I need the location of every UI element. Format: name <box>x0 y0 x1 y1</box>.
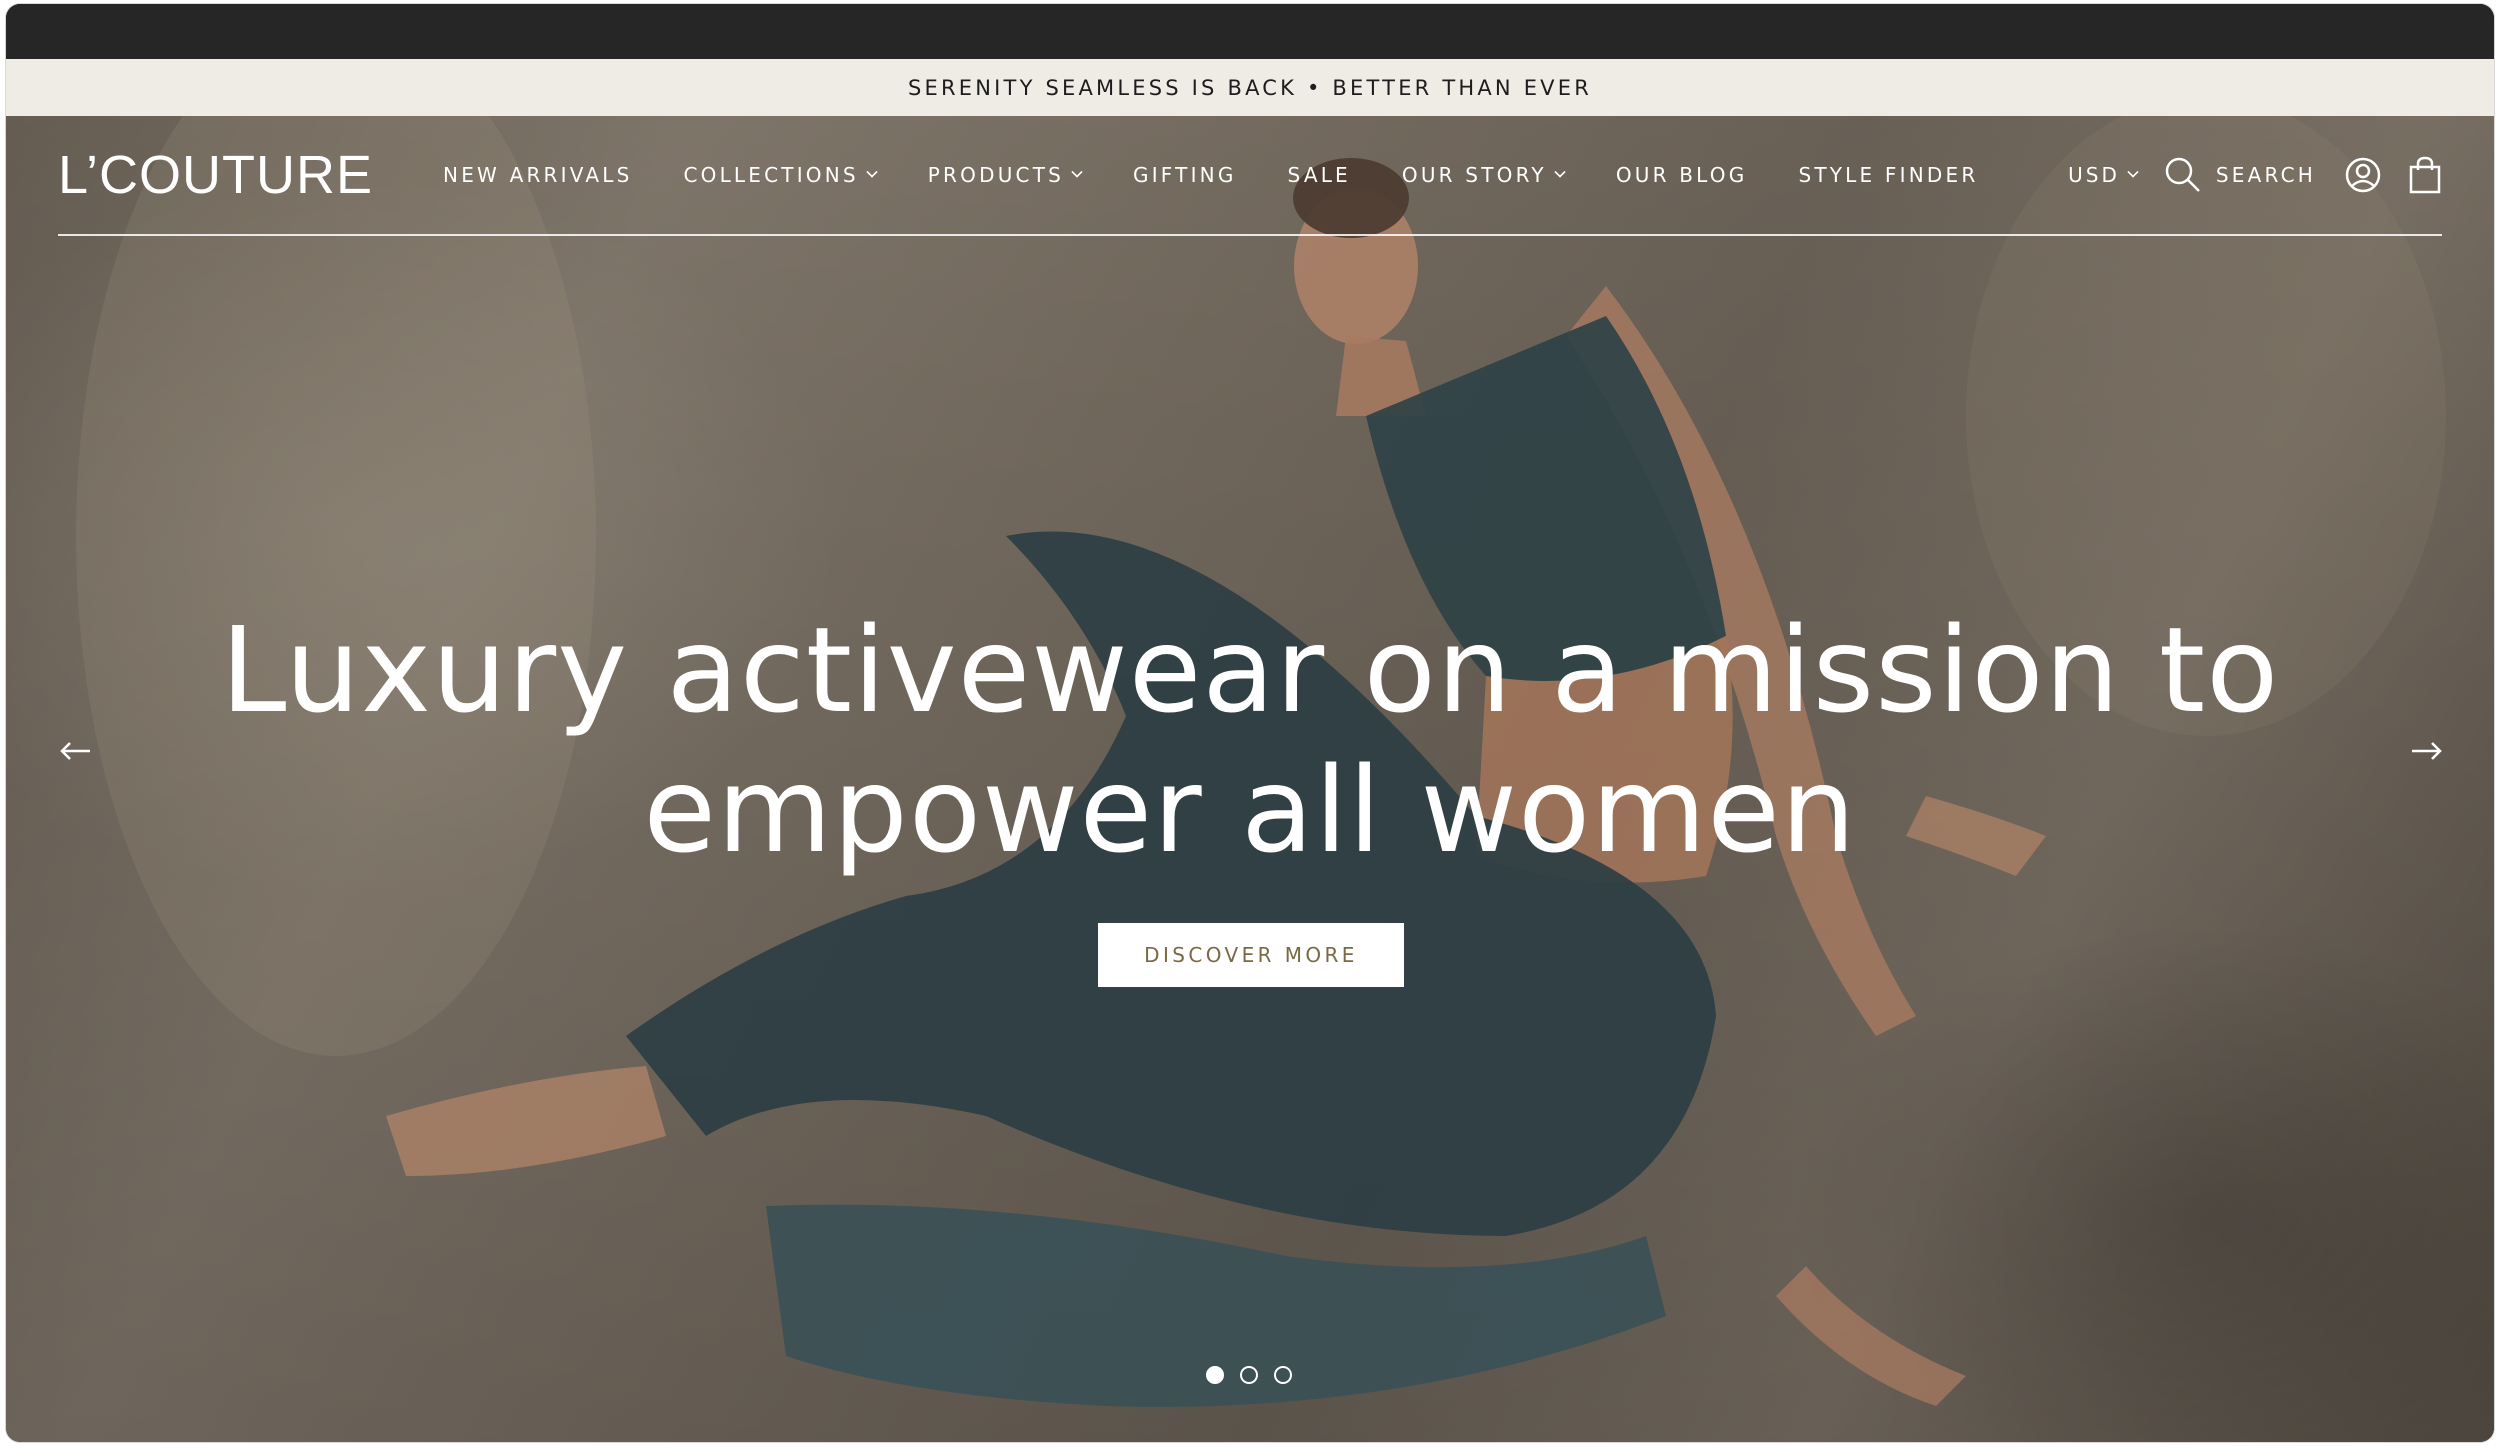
chevron-down-icon <box>866 166 878 178</box>
hero-headline-line-2: empower all women <box>643 741 1857 879</box>
main-navigation: L’COUTURE NEW ARRIVALS COLLECTIONS PRODU… <box>58 116 2442 236</box>
chevron-down-icon <box>2127 166 2139 178</box>
brand-logo[interactable]: L’COUTURE <box>58 144 373 206</box>
nav-menu: NEW ARRIVALS COLLECTIONS PRODUCTS GIFTIN… <box>443 163 2029 187</box>
shopping-bag-icon <box>2409 156 2441 194</box>
cart-button[interactable] <box>2408 156 2442 194</box>
search-button[interactable]: SEARCH <box>2164 156 2316 194</box>
hero-banner: L’COUTURE NEW ARRIVALS COLLECTIONS PRODU… <box>6 116 2494 1442</box>
account-icon <box>2345 157 2381 193</box>
slide-dot-2[interactable] <box>1240 1366 1258 1384</box>
nav-item-label: OUR BLOG <box>1615 163 1748 187</box>
nav-item-label: NEW ARRIVALS <box>443 163 633 187</box>
slide-indicators <box>1206 1366 1292 1384</box>
nav-item-label: GIFTING <box>1133 163 1237 187</box>
chevron-down-icon <box>1071 166 1083 178</box>
slide-dot-3[interactable] <box>1274 1366 1292 1384</box>
nav-item-sale[interactable]: SALE <box>1288 163 1351 187</box>
search-icon <box>2165 157 2200 192</box>
nav-item-collections[interactable]: COLLECTIONS <box>683 163 878 187</box>
nav-item-our-story[interactable]: OUR STORY <box>1401 163 1566 187</box>
browser-top-bar <box>6 4 2494 59</box>
search-label: SEARCH <box>2215 163 2316 187</box>
currency-label: USD <box>2068 163 2120 187</box>
announcement-bar: SERENITY SEAMLESS IS BACK • BETTER THAN … <box>6 59 2494 116</box>
browser-window: SERENITY SEAMLESS IS BACK • BETTER THAN … <box>6 4 2494 1442</box>
account-button[interactable] <box>2344 156 2382 194</box>
nav-item-new-arrivals[interactable]: NEW ARRIVALS <box>443 163 632 187</box>
nav-item-our-blog[interactable]: OUR BLOG <box>1616 163 1748 187</box>
nav-item-label: STYLE FINDER <box>1798 163 1979 187</box>
announcement-text: SERENITY SEAMLESS IS BACK • BETTER THAN … <box>907 75 1592 100</box>
nav-item-label: SALE <box>1287 163 1351 187</box>
slide-dot-1[interactable] <box>1206 1366 1224 1384</box>
nav-item-label: OUR STORY <box>1401 163 1547 187</box>
nav-item-gifting[interactable]: GIFTING <box>1133 163 1237 187</box>
chevron-down-icon <box>1554 166 1566 178</box>
nav-item-label: COLLECTIONS <box>683 163 859 187</box>
currency-selector[interactable]: USD <box>2068 163 2139 187</box>
nav-item-products[interactable]: PRODUCTS <box>927 163 1083 187</box>
nav-item-label: PRODUCTS <box>927 163 1065 187</box>
hero-headline-line-1: Luxury activewear on a mission to <box>220 601 2280 739</box>
nav-item-style-finder[interactable]: STYLE FINDER <box>1798 163 1978 187</box>
header-utilities: USD SEARCH <box>2068 156 2442 194</box>
hero-headline: Luxury activewear on a mission to empowe… <box>6 600 2494 880</box>
discover-more-button[interactable]: DISCOVER MORE <box>1098 923 1404 987</box>
